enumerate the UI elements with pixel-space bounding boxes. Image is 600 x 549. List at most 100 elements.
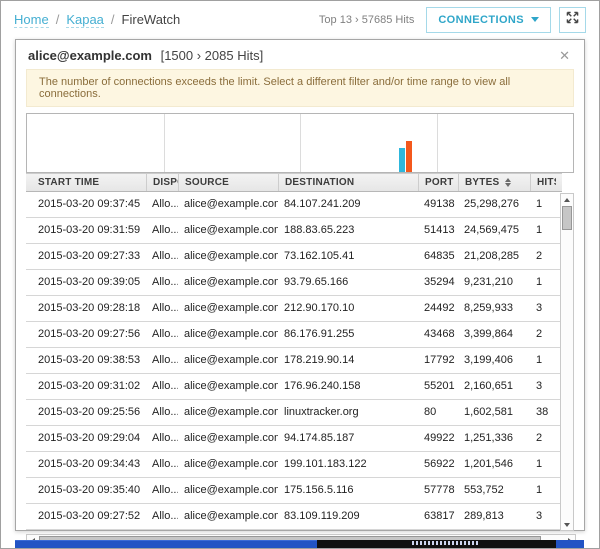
cell-source: alice@example.com bbox=[178, 426, 278, 451]
cell-bytes: 3,399,864 bbox=[458, 322, 530, 347]
cell-disposition: Allo... bbox=[146, 504, 178, 529]
cell-start-time: 2015-03-20 09:37:45 bbox=[26, 192, 146, 217]
cell-bytes: 9,231,210 bbox=[458, 270, 530, 295]
cell-start-time: 2015-03-20 09:39:05 bbox=[26, 270, 146, 295]
cell-disposition: Allo... bbox=[146, 296, 178, 321]
cell-hits: 3 bbox=[530, 504, 556, 529]
expand-arrows-icon bbox=[566, 11, 579, 29]
table-row[interactable]: 2015-03-20 09:38:53 Allo... alice@exampl… bbox=[26, 348, 562, 374]
table-row[interactable]: 2015-03-20 09:27:52 Allo... alice@exampl… bbox=[26, 504, 562, 530]
column-header-port[interactable]: PORT bbox=[418, 174, 458, 191]
cell-start-time: 2015-03-20 09:38:53 bbox=[26, 348, 146, 373]
cell-source: alice@example.com bbox=[178, 322, 278, 347]
table-row[interactable]: 2015-03-20 09:27:56 Allo... alice@exampl… bbox=[26, 322, 562, 348]
cell-destination: 94.174.85.187 bbox=[278, 426, 418, 451]
vertical-scrollbar[interactable] bbox=[560, 193, 574, 531]
cell-bytes: 553,752 bbox=[458, 478, 530, 503]
table-row[interactable]: 2015-03-20 09:27:33 Allo... alice@exampl… bbox=[26, 244, 562, 270]
cell-port: 56922 bbox=[418, 452, 458, 477]
cell-hits: 2 bbox=[530, 426, 556, 451]
cell-destination: 93.79.65.166 bbox=[278, 270, 418, 295]
breadcrumb-firewatch: FireWatch bbox=[122, 12, 181, 27]
cell-destination: 86.176.91.255 bbox=[278, 322, 418, 347]
cell-start-time: 2015-03-20 09:25:56 bbox=[26, 400, 146, 425]
background-timeline-bar bbox=[15, 540, 584, 548]
table-row[interactable]: 2015-03-20 09:29:04 Allo... alice@exampl… bbox=[26, 426, 562, 452]
breadcrumb-home[interactable]: Home bbox=[14, 12, 49, 28]
cell-port: 64835 bbox=[418, 244, 458, 269]
table-row[interactable]: 2015-03-20 09:37:45 Allo... alice@exampl… bbox=[26, 192, 562, 218]
toolbar-right: Top 13 › 57685 Hits CONNECTIONS bbox=[319, 7, 586, 33]
table-row[interactable]: 2015-03-20 09:28:18 Allo... alice@exampl… bbox=[26, 296, 562, 322]
cell-start-time: 2015-03-20 09:29:04 bbox=[26, 426, 146, 451]
cell-hits: 3 bbox=[530, 374, 556, 399]
table-row[interactable]: 2015-03-20 09:35:40 Allo... alice@exampl… bbox=[26, 478, 562, 504]
connections-dropdown-label: CONNECTIONS bbox=[438, 14, 524, 26]
breadcrumb-separator: / bbox=[111, 12, 115, 27]
cell-bytes: 289,813 bbox=[458, 504, 530, 529]
cell-bytes: 8,259,933 bbox=[458, 296, 530, 321]
column-header-source[interactable]: SOURCE bbox=[178, 174, 278, 191]
breadcrumb-separator: / bbox=[56, 12, 60, 27]
scroll-up-arrow-icon[interactable] bbox=[561, 194, 573, 205]
column-header-disposition[interactable]: DISPO bbox=[146, 174, 178, 191]
firewatch-screen: Home / Kapaa / FireWatch Top 13 › 57685 … bbox=[0, 0, 600, 549]
dialog-header: alice@example.com [1500 › 2085 Hits] ✕ bbox=[26, 40, 574, 69]
breadcrumb: Home / Kapaa / FireWatch bbox=[14, 12, 180, 28]
cell-bytes: 21,208,285 bbox=[458, 244, 530, 269]
cell-destination: 178.219.90.14 bbox=[278, 348, 418, 373]
cell-port: 17792 bbox=[418, 348, 458, 373]
column-header-hits[interactable]: HITS bbox=[530, 174, 556, 191]
cell-bytes: 25,298,276 bbox=[458, 192, 530, 217]
connections-timeline-chart bbox=[26, 113, 574, 173]
top-toolbar: Home / Kapaa / FireWatch Top 13 › 57685 … bbox=[1, 1, 599, 38]
cell-hits: 2 bbox=[530, 322, 556, 347]
cell-port: 43468 bbox=[418, 322, 458, 347]
cell-bytes: 2,160,651 bbox=[458, 374, 530, 399]
connections-dialog: alice@example.com [1500 › 2085 Hits] ✕ T… bbox=[15, 39, 585, 531]
cell-bytes: 1,201,546 bbox=[458, 452, 530, 477]
connections-table: START TIME DISPO SOURCE DESTINATION PORT… bbox=[26, 173, 574, 530]
chart-gridline bbox=[437, 114, 438, 172]
fullscreen-expand-button[interactable] bbox=[559, 7, 586, 33]
timeline-segment-black bbox=[317, 540, 556, 548]
column-header-start-time[interactable]: START TIME bbox=[26, 174, 146, 191]
cell-port: 24492 bbox=[418, 296, 458, 321]
cell-bytes: 1,602,581 bbox=[458, 400, 530, 425]
sort-icon bbox=[505, 178, 511, 187]
cell-start-time: 2015-03-20 09:27:52 bbox=[26, 504, 146, 529]
chevron-down-icon bbox=[531, 17, 539, 22]
cell-destination: 175.156.5.116 bbox=[278, 478, 418, 503]
column-header-bytes-label: BYTES bbox=[465, 177, 499, 188]
cell-disposition: Allo... bbox=[146, 270, 178, 295]
dialog-title: alice@example.com [1500 › 2085 Hits] bbox=[28, 48, 263, 63]
hits-summary: Top 13 › 57685 Hits bbox=[319, 14, 414, 26]
cell-port: 49138 bbox=[418, 192, 458, 217]
column-header-destination[interactable]: DESTINATION bbox=[278, 174, 418, 191]
table-row[interactable]: 2015-03-20 09:25:56 Allo... alice@exampl… bbox=[26, 400, 562, 426]
cell-disposition: Allo... bbox=[146, 322, 178, 347]
cell-hits: 38 bbox=[530, 400, 556, 425]
cell-port: 49922 bbox=[418, 426, 458, 451]
cell-destination: linuxtracker.org bbox=[278, 400, 418, 425]
cell-start-time: 2015-03-20 09:28:18 bbox=[26, 296, 146, 321]
column-header-bytes[interactable]: BYTES bbox=[458, 174, 530, 191]
scroll-down-arrow-icon[interactable] bbox=[561, 519, 573, 530]
dialog-title-user: alice@example.com bbox=[28, 48, 152, 63]
cell-port: 55201 bbox=[418, 374, 458, 399]
table-body: 2015-03-20 09:37:45 Allo... alice@exampl… bbox=[26, 192, 562, 530]
cell-port: 51413 bbox=[418, 218, 458, 243]
breadcrumb-kapaa[interactable]: Kapaa bbox=[66, 12, 104, 28]
table-row[interactable]: 2015-03-20 09:34:43 Allo... alice@exampl… bbox=[26, 452, 562, 478]
table-row[interactable]: 2015-03-20 09:31:59 Allo... alice@exampl… bbox=[26, 218, 562, 244]
table-row[interactable]: 2015-03-20 09:39:05 Allo... alice@exampl… bbox=[26, 270, 562, 296]
dialog-title-hits: [1500 › 2085 Hits] bbox=[161, 48, 264, 63]
connections-dropdown-button[interactable]: CONNECTIONS bbox=[426, 7, 551, 33]
cell-disposition: Allo... bbox=[146, 452, 178, 477]
vertical-scrollbar-thumb[interactable] bbox=[562, 206, 572, 230]
cell-source: alice@example.com bbox=[178, 452, 278, 477]
table-row[interactable]: 2015-03-20 09:31:02 Allo... alice@exampl… bbox=[26, 374, 562, 400]
cell-bytes: 1,251,336 bbox=[458, 426, 530, 451]
close-icon[interactable]: ✕ bbox=[557, 49, 572, 62]
cell-hits: 1 bbox=[530, 452, 556, 477]
